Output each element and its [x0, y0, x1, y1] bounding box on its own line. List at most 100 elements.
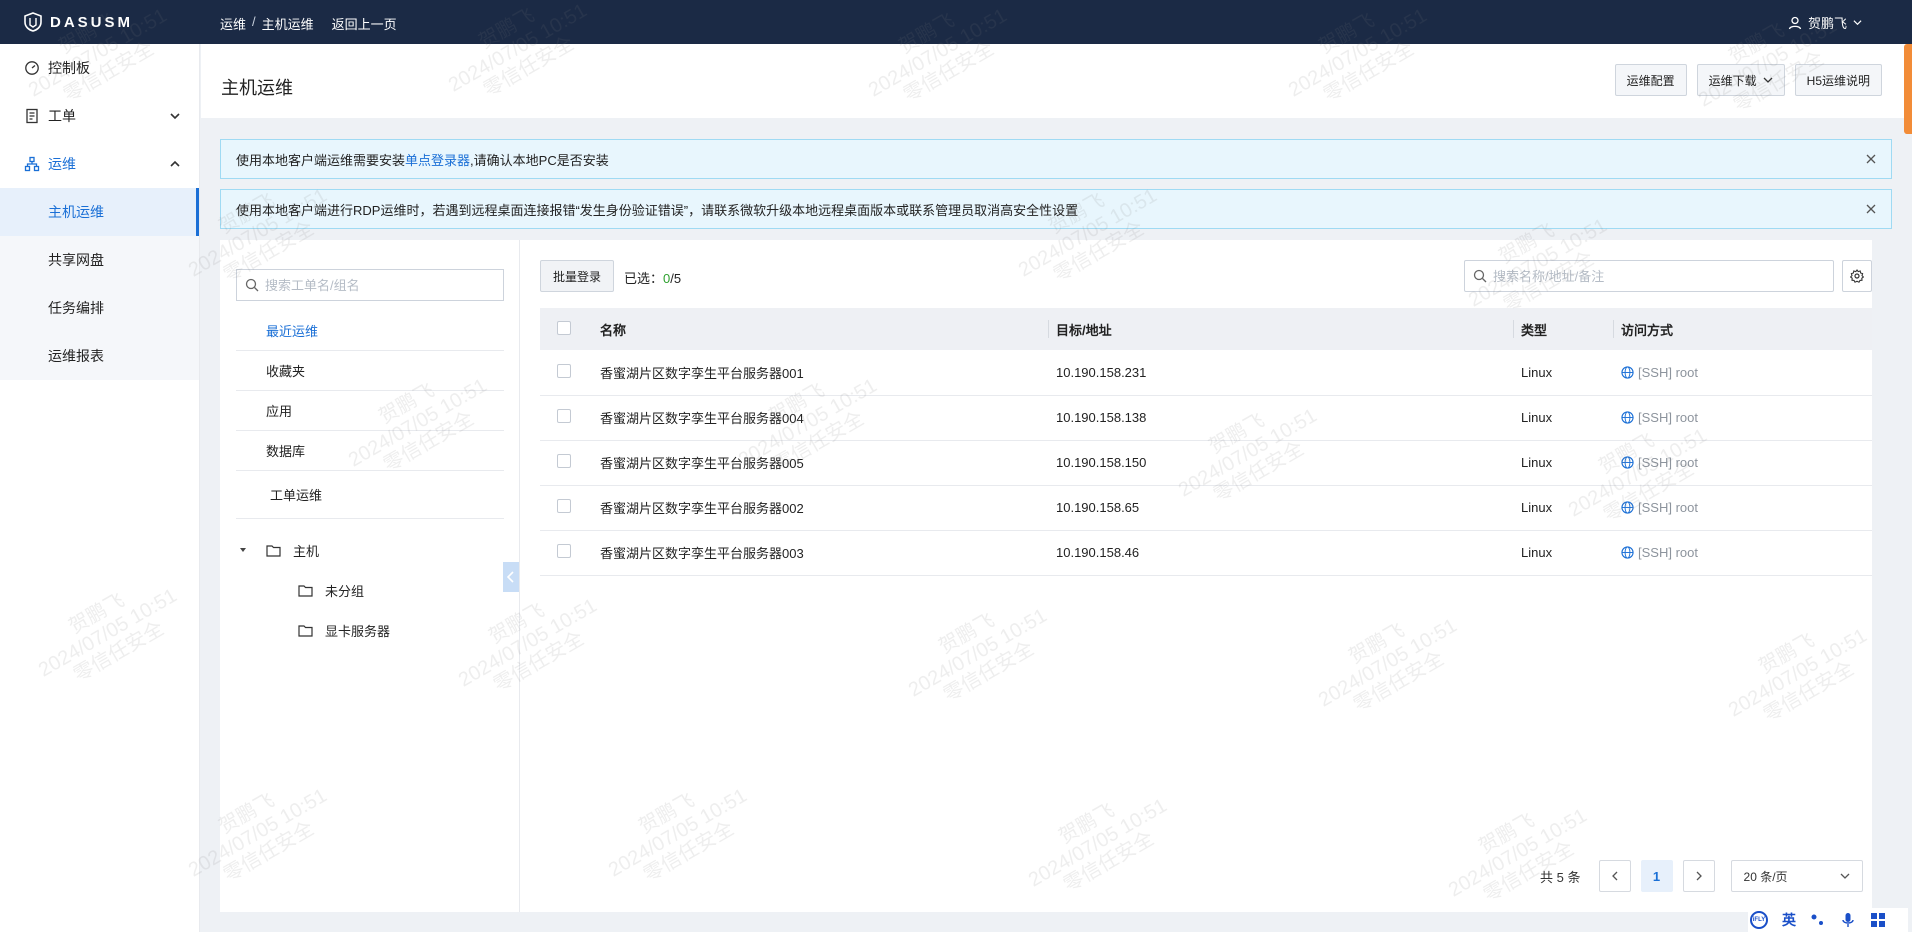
- row-checkbox[interactable]: [557, 363, 571, 378]
- select-all-checkbox[interactable]: [557, 320, 571, 335]
- host-type: Linux: [1521, 364, 1553, 380]
- category-database[interactable]: 数据库: [236, 431, 504, 471]
- tree-node-label: 主机: [293, 543, 320, 559]
- dashboard-icon: [25, 61, 39, 75]
- sidebar-item-ops[interactable]: 运维: [0, 140, 199, 188]
- sidebar-item-shared-drive[interactable]: 共享网盘: [0, 236, 199, 284]
- floating-side-tab[interactable]: [1904, 44, 1912, 134]
- header-type: 类型: [1513, 308, 1613, 350]
- sso-client-link[interactable]: 单点登录器: [405, 153, 470, 168]
- table-row[interactable]: 香蜜湖片区数字孪生平台服务器003 10.190.158.46 Linux [S…: [540, 530, 1872, 575]
- sidebar-item-label: 运维: [48, 156, 76, 172]
- sidebar-item-host-ops[interactable]: 主机运维: [0, 188, 199, 236]
- next-page-button[interactable]: [1682, 860, 1715, 892]
- row-checkbox[interactable]: [557, 544, 571, 558]
- globe-icon: [1621, 411, 1634, 424]
- page-title: 主机运维: [221, 78, 293, 98]
- alert-rdp-auth: 使用本地客户端进行RDP运维时，若遇到远程桌面连接报错“发生身份验证错误”，请联…: [220, 189, 1892, 229]
- category-apps[interactable]: 应用: [236, 391, 504, 431]
- close-icon[interactable]: [1865, 153, 1877, 165]
- category-recent[interactable]: 最近运维: [236, 311, 504, 351]
- breadcrumb-separator: /: [252, 14, 256, 29]
- ops-config-button[interactable]: 运维配置: [1614, 64, 1687, 96]
- alert-sso-install: 使用本地客户端运维需要安装单点登录器,请确认本地PC是否安装: [220, 139, 1892, 179]
- user-menu[interactable]: 贺鹏飞: [1788, 13, 1862, 32]
- punctuation-icon[interactable]: [1810, 912, 1826, 928]
- group-search: [236, 269, 504, 301]
- ime-language-toggle[interactable]: 英: [1782, 910, 1796, 930]
- sidebar-submenu-ops: 主机运维 共享网盘 任务编排 运维报表: [0, 188, 199, 380]
- batch-login-button[interactable]: 批量登录: [540, 260, 615, 292]
- access-method-link[interactable]: [SSH] root: [1621, 500, 1872, 515]
- h5-help-label: H5运维说明: [1806, 73, 1870, 88]
- prev-page-button[interactable]: [1598, 860, 1631, 892]
- tree-node-ungrouped[interactable]: 未分组: [236, 570, 504, 610]
- row-checkbox[interactable]: [557, 499, 571, 513]
- host-search-input[interactable]: [1493, 268, 1823, 284]
- category-ticket-ops[interactable]: 工单运维: [236, 471, 504, 519]
- access-method-link[interactable]: [SSH] root: [1621, 410, 1872, 425]
- access-method-link[interactable]: [SSH] root: [1621, 365, 1872, 380]
- ime-logo-badge[interactable]: iFLY: [1750, 911, 1768, 929]
- host-search: [1464, 260, 1834, 292]
- back-link[interactable]: 返回上一页: [332, 14, 397, 33]
- table-row[interactable]: 香蜜湖片区数字孪生平台服务器001 10.190.158.231 Linux […: [540, 350, 1872, 395]
- host-type: Linux: [1521, 455, 1553, 470]
- breadcrumb-item-ops[interactable]: 运维: [220, 14, 246, 33]
- host-address: 10.190.158.150: [1056, 455, 1147, 470]
- alert-text: 使用本地客户端运维需要安装单点登录器,请确认本地PC是否安装: [236, 152, 609, 168]
- host-type: Linux: [1521, 410, 1553, 425]
- page-size-select[interactable]: 20 条/页: [1730, 860, 1863, 892]
- sidebar-item-label: 控制板: [48, 60, 90, 76]
- row-checkbox[interactable]: [557, 454, 571, 468]
- ticket-icon: [26, 108, 38, 124]
- folder-icon: [298, 624, 313, 637]
- group-search-input[interactable]: [265, 277, 485, 293]
- page-header: 主机运维 运维配置 运维下载 H5运维说明: [201, 44, 1912, 118]
- h5-help-button[interactable]: H5运维说明: [1794, 64, 1882, 96]
- host-name: 香蜜湖片区数字孪生平台服务器005: [600, 456, 804, 471]
- table-row[interactable]: 香蜜湖片区数字孪生平台服务器004 10.190.158.138 Linux […: [540, 395, 1872, 440]
- chevron-right-icon: [1696, 871, 1702, 881]
- category-favorites[interactable]: 收藏夹: [236, 351, 504, 391]
- folder-icon: [298, 584, 313, 597]
- header-select-all: [540, 308, 583, 350]
- row-checkbox[interactable]: [557, 409, 571, 423]
- host-tree: 主机 未分组 显卡服务器: [236, 530, 504, 650]
- column-settings-button[interactable]: [1842, 260, 1872, 292]
- ops-download-label: 运维下载: [1708, 73, 1757, 88]
- alert-text: 使用本地客户端进行RDP运维时，若遇到远程桌面连接报错“发生身份验证错误”，请联…: [236, 202, 1079, 218]
- access-method-link[interactable]: [SSH] root: [1621, 545, 1872, 560]
- logo[interactable]: DASUSM: [24, 11, 133, 33]
- main-card: 最近运维 收藏夹 应用 数据库 工单运维 主机 未分组 显卡服务器 批量: [220, 240, 1872, 912]
- header-access: 访问方式: [1613, 308, 1872, 350]
- table-row[interactable]: 香蜜湖片区数字孪生平台服务器005 10.190.158.150 Linux […: [540, 440, 1872, 485]
- tree-node-label: 显卡服务器: [325, 623, 391, 639]
- selected-count: 已选：0/5: [624, 271, 682, 286]
- folder-icon: [266, 544, 281, 557]
- caret-down-icon[interactable]: [238, 545, 248, 555]
- gear-icon: [1850, 269, 1864, 283]
- host-type: Linux: [1521, 500, 1553, 515]
- sidebar-item-ops-report[interactable]: 运维报表: [0, 332, 199, 380]
- tree-node-gpu-servers[interactable]: 显卡服务器: [236, 610, 504, 650]
- search-icon: [1473, 269, 1487, 283]
- sidebar-item-ticket[interactable]: 工单: [0, 92, 199, 140]
- sidebar-item-label: 工单: [48, 108, 76, 124]
- page-button-current[interactable]: 1: [1640, 860, 1673, 892]
- ops-icon: [24, 156, 40, 172]
- collapse-panel-button[interactable]: [503, 562, 519, 592]
- pagination-total: 共 5 条: [1540, 869, 1581, 885]
- microphone-icon[interactable]: [1840, 912, 1856, 928]
- sidebar-item-task-orchestration[interactable]: 任务编排: [0, 284, 199, 332]
- user-name: 贺鹏飞: [1807, 16, 1847, 31]
- close-icon[interactable]: [1865, 203, 1877, 215]
- tree-node-host[interactable]: 主机: [236, 530, 504, 570]
- grid-menu-icon[interactable]: [1870, 912, 1886, 928]
- host-name: 香蜜湖片区数字孪生平台服务器004: [600, 411, 804, 426]
- table-row[interactable]: 香蜜湖片区数字孪生平台服务器002 10.190.158.65 Linux [S…: [540, 485, 1872, 530]
- host-address: 10.190.158.231: [1056, 364, 1147, 380]
- sidebar-item-dashboard[interactable]: 控制板: [0, 44, 199, 92]
- access-method-link[interactable]: [SSH] root: [1621, 455, 1872, 470]
- ops-download-button[interactable]: 运维下载: [1696, 64, 1785, 96]
